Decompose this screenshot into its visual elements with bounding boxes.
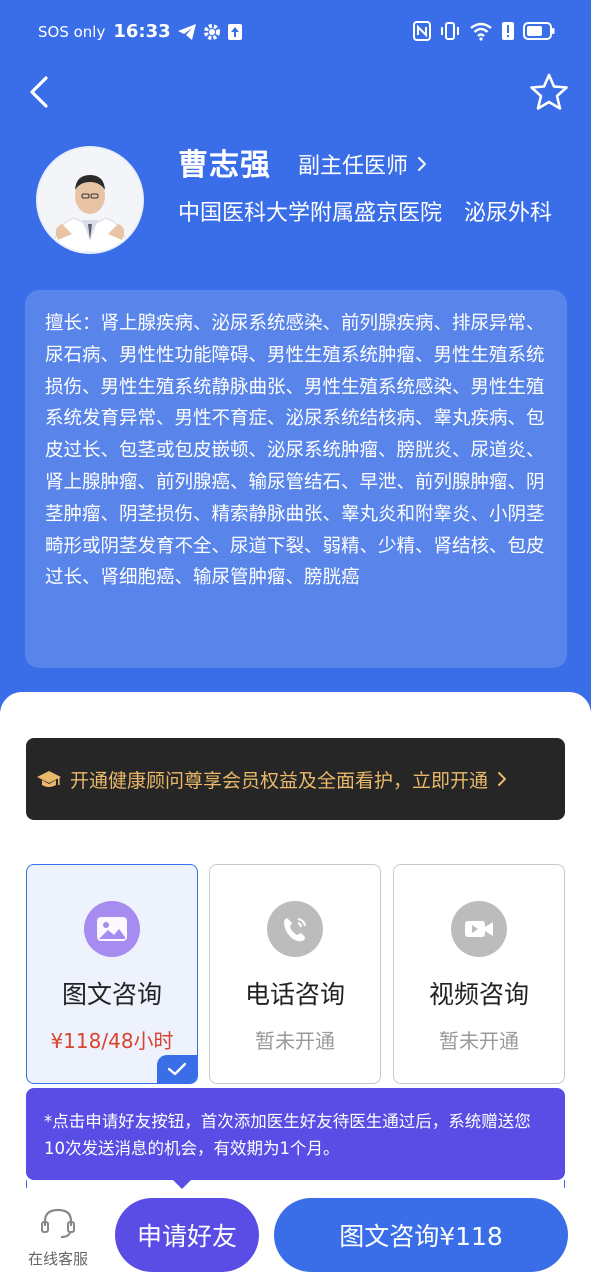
specialty-text: 擅长：肾上腺疾病、泌尿系统感染、前列腺疾病、排尿异常、尿石病、男性性功能障碍、男… [45,313,545,589]
wifi-icon [470,22,492,41]
vip-banner-text: 开通健康顾问尊享会员权益及全面看护，立即开通 [70,769,489,792]
specialty-box: 擅长：肾上腺疾病、泌尿系统感染、前列腺疾病、排尿异常、尿石病、男性性功能障碍、男… [25,290,567,668]
friend-request-tooltip: *点击申请好友按钮，首次添加医生好友待医生通过后，系统赠送您10次发送消息的机会… [26,1088,565,1180]
consult-option-video[interactable]: 视频咨询 暂未开通 [393,864,565,1084]
status-bar: SOS only 16:33 [0,0,591,66]
video-icon [451,901,507,957]
status-left: SOS only 16:33 [38,21,243,42]
chevron-right-icon [498,772,507,786]
clock: 16:33 [113,21,171,42]
status-right [413,21,555,41]
consult-price: ¥118/48小时 [50,1029,174,1053]
chevron-right-icon [418,157,427,171]
tooltip-anchor-outline [26,1180,565,1188]
consult-option-image-text[interactable]: 图文咨询 ¥118/48小时 [26,864,198,1084]
consult-status: 暂未开通 [255,1029,335,1053]
gear-icon [203,23,220,40]
alert-icon [502,22,514,40]
carrier-text: SOS only [38,22,106,41]
online-service-button[interactable]: 在线客服 [18,1206,98,1268]
tooltip-arrow [171,1178,193,1189]
upload-icon [227,23,242,40]
vip-banner[interactable]: 开通健康顾问尊享会员权益及全面看护，立即开通 [26,738,565,820]
phone-icon [267,901,323,957]
image-text-consult-button[interactable]: 图文咨询¥118 [274,1198,568,1272]
add-friend-button[interactable]: 申请好友 [115,1198,259,1272]
chevron-left-icon [30,76,48,108]
image-icon [84,901,140,957]
online-service-label: 在线客服 [27,1250,88,1268]
favorite-button[interactable] [529,72,569,112]
headset-icon [41,1208,75,1238]
doctor-hospital: 中国医科大学附属盛京医院 泌尿外科 [178,201,553,226]
selected-check-icon [157,1055,197,1083]
consult-label: 视频咨询 [428,980,529,1009]
back-button[interactable] [22,72,58,112]
consult-option-phone[interactable]: 电话咨询 暂未开通 [209,864,381,1084]
consult-label: 电话咨询 [244,980,345,1009]
doctor-title-link[interactable]: 副主任医师 [298,148,428,180]
doctor-name: 曹志强 [178,148,271,183]
graduation-cap-icon [37,771,61,787]
star-outline-icon [530,73,568,110]
vibrate-icon [441,22,459,40]
telegram-icon [177,23,196,40]
tooltip-text: *点击申请好友按钮，首次添加医生好友待医生通过后，系统赠送您10次发送消息的机会… [44,1112,531,1158]
doctor-avatar [36,146,144,254]
consult-status: 暂未开通 [439,1029,519,1053]
doctor-title: 副主任医师 [298,154,409,179]
nfc-icon [413,21,431,41]
consult-label: 图文咨询 [61,980,162,1009]
doctor-portrait-icon [38,148,142,252]
battery-icon [523,22,555,40]
